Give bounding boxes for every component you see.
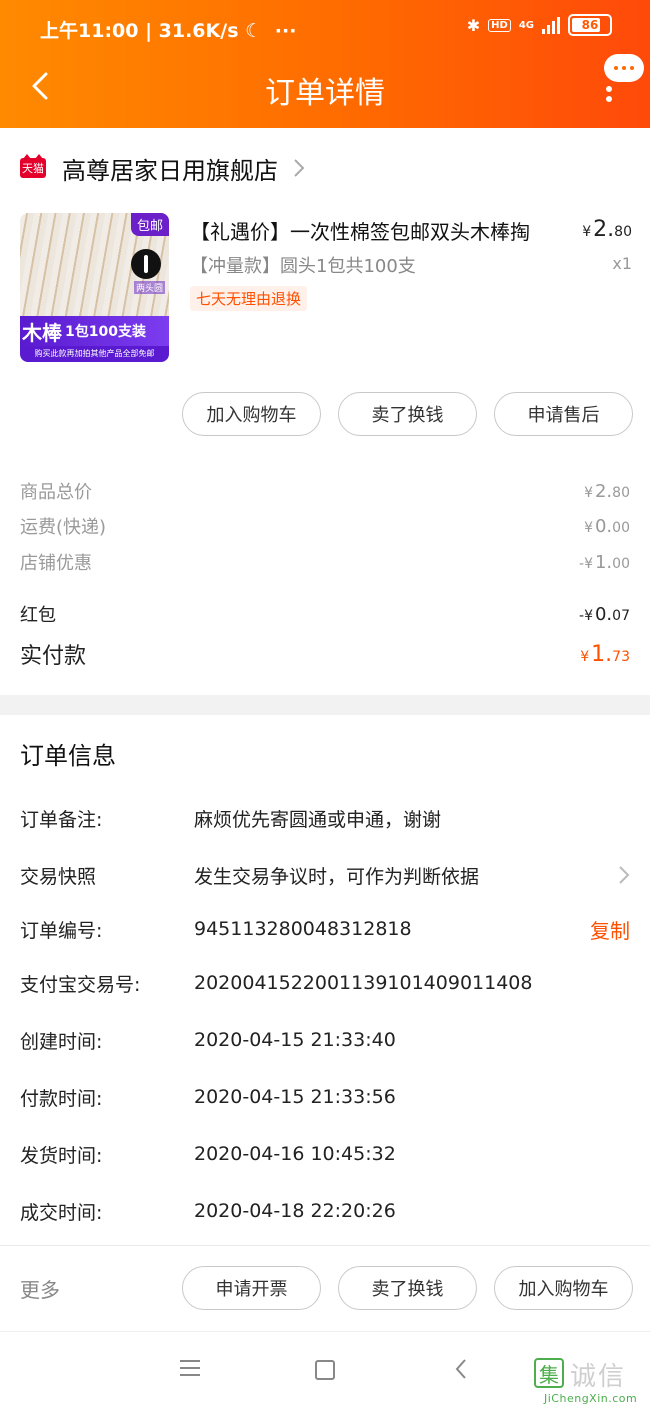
info-label: 交易快照 (20, 865, 97, 888)
status-time-text: 上午11:00 | 31.6K/s (40, 20, 239, 42)
more-button[interactable]: 更多 (20, 1274, 60, 1303)
info-value: 发生交易争议时，可作为判断依据 (194, 865, 480, 888)
store-name: 高尊居家日用旗舰店 (62, 156, 278, 185)
info-label: 支付宝交易号: (20, 973, 141, 996)
battery-icon: 86 (568, 14, 612, 36)
image-banner: 木棒 1包100支装 (20, 316, 169, 346)
info-label: 发货时间: (20, 1144, 103, 1167)
info-label: 付款时间: (20, 1087, 103, 1110)
price-int: 2. (593, 217, 615, 242)
info-value: 945113280048312818 (194, 918, 412, 940)
vertical-dots-icon[interactable] (606, 86, 614, 102)
price-label: 实付款 (20, 644, 87, 669)
image-footer-text: 购买此款再加拍其他产品全部免邮 (20, 346, 169, 362)
info-value: 2020-04-16 10:45:32 (194, 1143, 396, 1165)
swab-label: 两头圆 (133, 281, 165, 294)
price-label: 红包 (20, 605, 56, 626)
info-label: 成交时间: (20, 1201, 103, 1224)
price-symbol: ¥ (582, 224, 592, 240)
info-row-created: 创建时间: 2020-04-15 21:33:40 (20, 1024, 630, 1056)
watermark-url: JiChengXin.com (544, 1392, 638, 1405)
price-value: ¥0.00 (584, 515, 630, 537)
header-bar: 上午11:00 | 31.6K/s ☾ ··· ✱ HD 4G 86 订单详情 (0, 0, 650, 128)
network-type: 4G (518, 19, 534, 31)
more-menu-icon[interactable] (604, 54, 644, 110)
nav-back-icon[interactable] (455, 1358, 467, 1380)
price-value: -¥ 1.00 (579, 551, 630, 573)
info-row-order-number: 订单编号: 945113280048312818 复制 (20, 913, 630, 945)
product-price: ¥2.80 (582, 217, 632, 242)
info-value: 2020-04-15 21:33:40 (194, 1029, 396, 1051)
paid-amount: ¥1.73 (580, 641, 630, 667)
price-value: ¥2.80 (584, 480, 630, 502)
price-label: 商品总价 (20, 482, 92, 503)
product-title[interactable]: 【礼遇价】一次性棉签包邮双头木棒掏 (190, 216, 530, 245)
resell-button-bottom[interactable]: 卖了换钱 (338, 1266, 477, 1310)
banner-small-text: 1包100支装 (65, 324, 146, 340)
info-row-remark: 订单备注: 麻烦优先寄圆通或申通，谢谢 (20, 802, 630, 834)
free-shipping-badge: 包邮 (130, 213, 169, 236)
info-row-shipped: 发货时间: 2020-04-16 10:45:32 (20, 1138, 630, 1170)
after-sale-button[interactable]: 申请售后 (494, 392, 633, 436)
info-row-snapshot[interactable]: 交易快照 发生交易争议时，可作为判断依据 (20, 859, 630, 891)
watermark: 集 诚信 JiChengXin.com (534, 1358, 646, 1406)
watermark-text: 诚信 (570, 1362, 627, 1392)
price-row-red-packet: 红包 -¥ 0.07 (20, 601, 630, 627)
price-row-shipping: 运费(快递) ¥0.00 (20, 513, 630, 539)
price-row-store-discount: 店铺优惠 -¥ 1.00 (20, 549, 630, 575)
price-row-paid: 实付款 ¥1.73 (20, 638, 630, 670)
chevron-right-icon (294, 159, 305, 177)
tmall-icon: 天猫 (20, 154, 46, 178)
product-quantity: x1 (612, 254, 632, 273)
add-to-cart-button[interactable]: 加入购物车 (182, 392, 321, 436)
moon-icon: ☾ (245, 20, 263, 42)
battery-level: 86 (581, 18, 599, 32)
cotton-swab-icon (131, 249, 161, 279)
watermark-logo: 集 (534, 1358, 564, 1388)
price-value: -¥ 0.07 (579, 603, 630, 625)
signal-icon (542, 16, 560, 34)
home-icon[interactable] (315, 1360, 335, 1380)
info-label: 订单编号: (20, 919, 103, 942)
return-policy-tag: 七天无理由退换 (190, 286, 308, 311)
order-info-title: 订单信息 (20, 742, 116, 770)
info-row-alipay: 支付宝交易号: 2020041522001139101409011408 (20, 967, 630, 999)
price-label: 店铺优惠 (20, 553, 92, 574)
status-more-icon: ··· (274, 20, 297, 42)
info-label: 订单备注: (20, 808, 103, 831)
info-row-paid: 付款时间: 2020-04-15 21:33:56 (20, 1081, 630, 1113)
resell-button[interactable]: 卖了换钱 (338, 392, 477, 436)
chevron-right-icon (619, 866, 630, 884)
info-label: 创建时间: (20, 1030, 103, 1053)
store-link[interactable]: 天猫 高尊居家日用旗舰店 (20, 150, 306, 186)
price-dec: 80 (614, 224, 632, 240)
invoice-button[interactable]: 申请开票 (182, 1266, 321, 1310)
info-value: 2020041522001139101409011408 (194, 972, 533, 994)
price-row-total: 商品总价 ¥2.80 (20, 478, 630, 504)
menu-icon[interactable] (180, 1360, 200, 1381)
price-label: 运费(快递) (20, 517, 107, 538)
page-title: 订单详情 (265, 76, 385, 111)
message-bubble-icon[interactable] (604, 54, 644, 82)
copy-button[interactable]: 复制 (590, 915, 630, 944)
info-value: 2020-04-15 21:33:56 (194, 1086, 396, 1108)
status-indicators: ✱ HD 4G 86 (467, 14, 612, 36)
status-time: 上午11:00 | 31.6K/s ☾ ··· (40, 16, 296, 43)
add-to-cart-button-bottom[interactable]: 加入购物车 (494, 1266, 633, 1310)
bottom-action-bar: 更多 申请开票 卖了换钱 加入购物车 (0, 1245, 650, 1332)
info-value: 麻烦优先寄圆通或申通，谢谢 (194, 808, 442, 831)
banner-big-text: 木棒 (22, 320, 62, 345)
info-value: 2020-04-18 22:20:26 (194, 1200, 396, 1222)
bluetooth-icon: ✱ (466, 15, 481, 35)
hd-icon: HD (488, 18, 511, 32)
product-image[interactable]: 包邮 两头圆 木棒 1包100支装 购买此款再加拍其他产品全部免邮 (20, 213, 169, 362)
info-row-completed: 成交时间: 2020-04-18 22:20:26 (20, 1195, 630, 1227)
product-sku: 【冲量款】圆头1包共100支 (190, 256, 416, 277)
section-divider (0, 695, 650, 715)
